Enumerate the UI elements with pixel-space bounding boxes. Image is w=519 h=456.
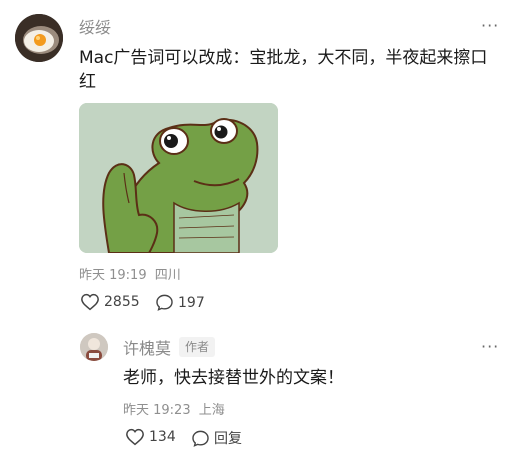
- reply-like-button[interactable]: 134: [125, 428, 176, 446]
- reply-like-count: 134: [149, 429, 176, 445]
- reply-header: 许槐莫 作者: [123, 335, 216, 359]
- reply-more-dots-icon[interactable]: ···: [481, 337, 499, 356]
- frog-meme-image: [79, 103, 278, 253]
- speech-bubble-icon: [192, 430, 209, 447]
- more-dots-icon[interactable]: ···: [481, 16, 499, 35]
- author-avatar-image: [80, 333, 108, 361]
- comment-location: 四川: [154, 268, 181, 283]
- speech-bubble-icon: [156, 294, 173, 311]
- reply-label: 回复: [214, 431, 242, 447]
- reply-text: 老师，快去接替世外的文案！: [123, 368, 344, 388]
- comment-username[interactable]: 绥绥: [79, 14, 111, 38]
- reply-time: 昨天 19:23: [123, 403, 191, 418]
- reply-button[interactable]: 回复: [191, 428, 242, 448]
- comment-time: 昨天 19:19: [79, 268, 147, 283]
- comment-image[interactable]: [79, 103, 278, 253]
- heart-outline-icon: [81, 293, 99, 311]
- heart-outline-icon: [126, 428, 144, 446]
- comment-text: Mac广告词可以改成：宝批龙，大不同，半夜起来擦口红: [79, 48, 488, 92]
- reply-username[interactable]: 许槐莫: [123, 335, 171, 359]
- reply-location: 上海: [198, 403, 225, 418]
- fried-egg-avatar-image: [15, 14, 63, 62]
- reply-count: 197: [178, 294, 205, 311]
- reply-meta: 昨天 19:23 上海: [123, 399, 225, 418]
- avatar[interactable]: [15, 14, 63, 62]
- author-badge: 作者: [179, 337, 216, 357]
- like-button[interactable]: 2855: [80, 293, 140, 311]
- comment-meta: 昨天 19:19 四川: [79, 264, 181, 283]
- like-count: 2855: [104, 294, 140, 310]
- reply-avatar[interactable]: [80, 333, 108, 361]
- reply-count-button[interactable]: 197: [155, 293, 205, 312]
